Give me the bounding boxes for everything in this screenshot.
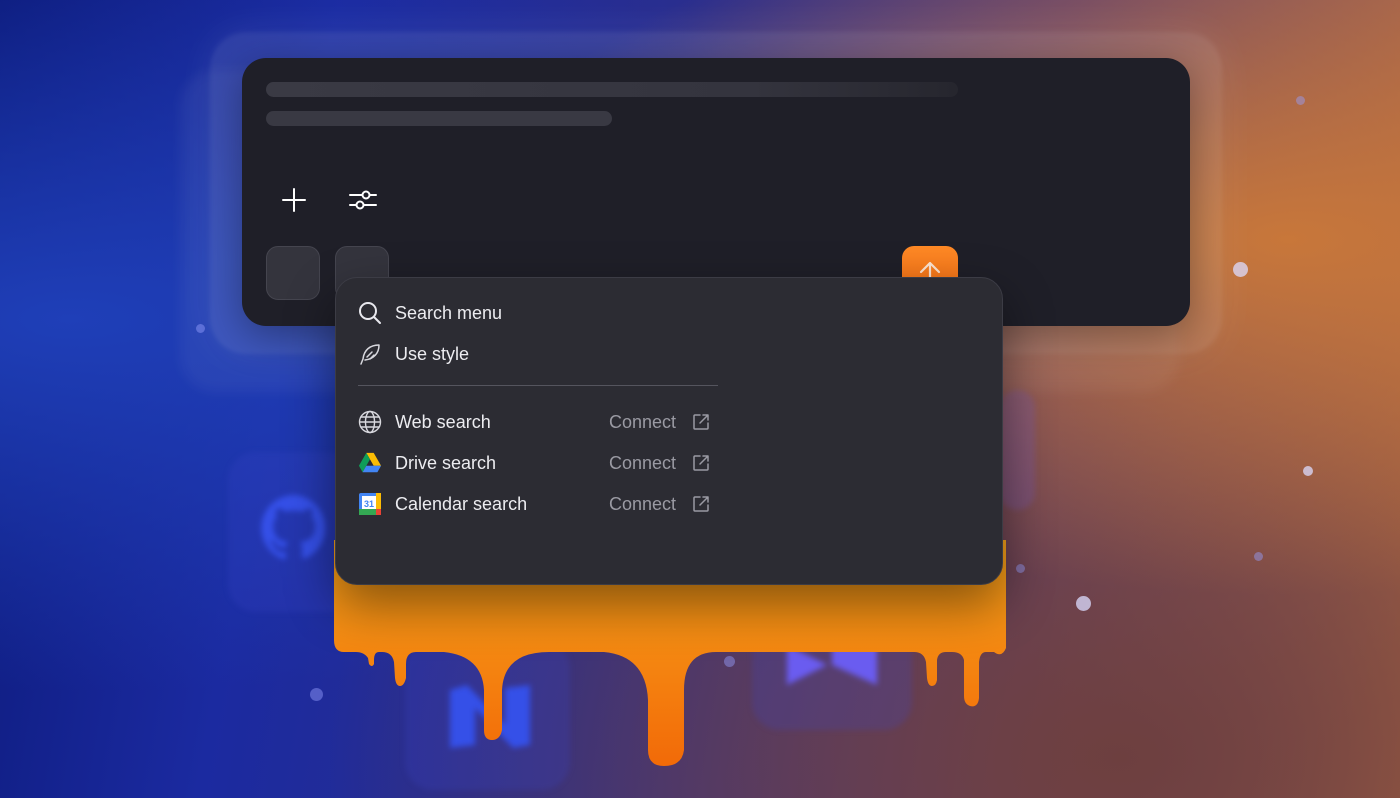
- calendar-search-connect[interactable]: Connect: [609, 489, 710, 519]
- globe-icon: [358, 410, 382, 434]
- use-style-label: Use style: [395, 343, 470, 364]
- calendar-search-item[interactable]: 31 Calendar search: [358, 489, 527, 519]
- sparkle-dot: [1016, 564, 1025, 573]
- sparkle-dot: [310, 688, 323, 701]
- search-menu-item[interactable]: Search menu: [358, 298, 502, 328]
- use-style-item[interactable]: Use style: [358, 339, 469, 369]
- web-search-item[interactable]: Web search: [358, 407, 491, 437]
- web-search-label: Web search: [395, 411, 491, 432]
- drive-search-connect[interactable]: Connect: [609, 448, 710, 478]
- connect-label: Connect: [609, 452, 677, 473]
- drive-search-label: Drive search: [395, 452, 497, 473]
- google-drive-icon: [358, 451, 382, 475]
- sparkle-dot: [196, 324, 205, 333]
- external-link-icon: [692, 454, 710, 472]
- tools-menu: Search menu Use style Web search Connect…: [335, 277, 1003, 585]
- connect-label: Connect: [609, 411, 677, 432]
- web-search-connect[interactable]: Connect: [609, 407, 710, 437]
- feather-pen-icon: [358, 342, 382, 366]
- sparkle-dot: [1076, 596, 1091, 611]
- drive-search-item[interactable]: Drive search: [358, 448, 496, 478]
- menu-divider: [358, 385, 718, 386]
- search-icon: [358, 301, 382, 325]
- google-calendar-icon: 31: [358, 492, 382, 516]
- external-link-icon: [692, 413, 710, 431]
- external-link-icon: [692, 495, 710, 513]
- connect-label: Connect: [609, 493, 677, 514]
- attachment-slot[interactable]: [266, 246, 320, 300]
- calendar-day: 31: [364, 499, 374, 509]
- sliders-icon: [349, 190, 377, 210]
- settings-button[interactable]: [343, 180, 383, 220]
- sparkle-dot: [1254, 552, 1263, 561]
- github-icon: [261, 495, 326, 560]
- side-tile: [1000, 390, 1035, 510]
- calendar-search-label: Calendar search: [395, 493, 528, 514]
- text-placeholder-line: [266, 111, 612, 126]
- sparkle-dot: [1303, 466, 1313, 476]
- add-button[interactable]: [274, 180, 314, 220]
- sparkle-dot: [1296, 96, 1305, 105]
- sparkle-dot: [1233, 262, 1248, 277]
- search-menu-label: Search menu: [395, 302, 503, 323]
- text-placeholder-line: [266, 82, 958, 97]
- plus-icon: [282, 188, 306, 212]
